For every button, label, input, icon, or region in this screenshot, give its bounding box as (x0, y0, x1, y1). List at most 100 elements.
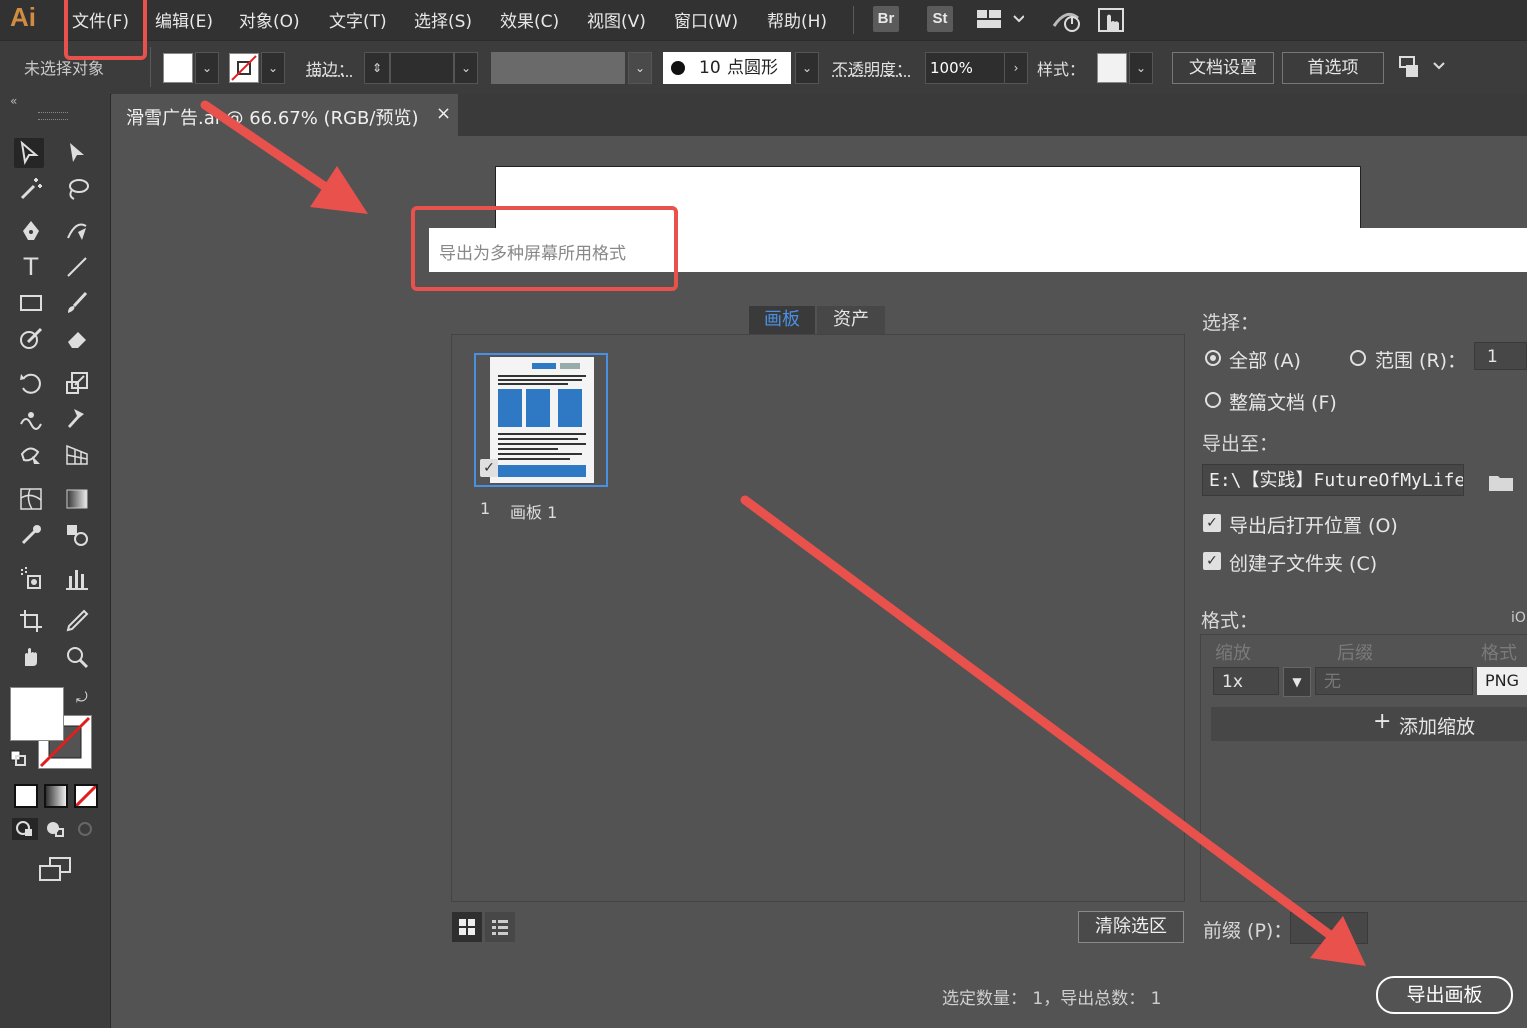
color-mode-icon[interactable] (14, 784, 38, 808)
direct-selection-tool-icon[interactable] (62, 138, 92, 168)
radio-range[interactable] (1350, 350, 1366, 366)
selection-tool-icon[interactable] (14, 138, 44, 168)
magic-wand-tool-icon[interactable] (16, 174, 46, 204)
style-swatch[interactable] (1097, 53, 1127, 83)
format-select[interactable]: PNG (1477, 667, 1527, 695)
column-graph-tool-icon[interactable] (62, 564, 92, 594)
radio-all-label[interactable]: 全部 (A) (1229, 346, 1301, 373)
brush-definition[interactable]: 10 点圆形 (663, 52, 791, 84)
eraser-tool-icon[interactable] (62, 324, 92, 354)
menu-help[interactable]: 帮助(H) (767, 7, 827, 32)
grid-view-icon[interactable] (452, 912, 482, 942)
list-view-icon[interactable] (485, 912, 515, 942)
type-tool-icon[interactable]: T (16, 252, 46, 282)
draw-inside-icon[interactable] (72, 818, 98, 840)
draw-normal-icon[interactable] (12, 818, 38, 840)
stroke-weight-dropdown[interactable]: ⌄ (454, 52, 478, 84)
gradient-tool-icon[interactable] (62, 484, 92, 514)
arrange-documents-icon[interactable] (1398, 53, 1446, 85)
stroke-dropdown[interactable]: ⌄ (261, 52, 285, 84)
export-artboard-button[interactable]: 导出画板 (1376, 976, 1513, 1014)
document-setup-button[interactable]: 文档设置 (1172, 52, 1274, 84)
bridge-button[interactable]: Br (873, 6, 899, 32)
document-tab[interactable]: 滑雪广告.ai @ 66.67% (RGB/预览) × (112, 94, 458, 136)
close-tab-icon[interactable]: × (436, 103, 451, 124)
menu-window[interactable]: 窗口(W) (674, 7, 738, 32)
radio-whole-document[interactable] (1205, 392, 1221, 408)
default-colors-icon[interactable] (10, 750, 26, 766)
artboard-tool-icon[interactable] (16, 606, 46, 636)
tab-artboards[interactable]: 画板 (749, 306, 815, 334)
zoom-tool-icon[interactable] (62, 642, 92, 672)
none-mode-icon[interactable] (74, 784, 98, 808)
fill-color-box[interactable] (10, 687, 64, 741)
suffix-input[interactable]: 无 (1315, 667, 1473, 695)
fill-dropdown[interactable]: ⌄ (195, 52, 219, 84)
screen-mode-icon[interactable] (38, 856, 74, 886)
clear-selection-button[interactable]: 清除选区 (1078, 911, 1184, 943)
mesh-tool-icon[interactable] (16, 484, 46, 514)
paintbrush-tool-icon[interactable] (62, 288, 92, 318)
stock-button[interactable]: St (927, 6, 953, 32)
menu-select[interactable]: 选择(S) (414, 7, 472, 32)
slice-tool-icon[interactable] (62, 606, 92, 636)
gpu-performance-icon[interactable] (1052, 6, 1084, 38)
stroke-label[interactable]: 描边： (306, 56, 354, 80)
workspace-layout-icon[interactable] (976, 8, 1024, 34)
opacity-label[interactable]: 不透明度： (832, 56, 912, 80)
scale-input[interactable]: 1x (1213, 667, 1279, 695)
variable-width-profile[interactable] (491, 52, 625, 84)
stroke-weight-stepper[interactable]: ⇕ (364, 52, 390, 84)
swap-colors-icon[interactable]: ⤾ (76, 690, 88, 706)
create-subfolder-checkbox[interactable]: ✓ (1203, 552, 1221, 570)
rotate-tool-icon[interactable] (16, 368, 46, 398)
eyedropper-tool-icon[interactable] (16, 520, 46, 550)
menu-view[interactable]: 视图(V) (587, 7, 646, 32)
radio-whole-document-label[interactable]: 整篇文档 (F) (1229, 388, 1337, 415)
tab-assets[interactable]: 资产 (817, 306, 885, 334)
scale-dropdown[interactable]: ▼ (1283, 667, 1311, 697)
open-after-export-checkbox[interactable]: ✓ (1203, 514, 1221, 532)
free-transform-tool-icon[interactable] (16, 440, 46, 470)
artboard-thumbnail[interactable]: ✓ (474, 353, 608, 487)
line-tool-icon[interactable] (62, 252, 92, 282)
opacity-field[interactable]: 100% (925, 52, 1007, 84)
curvature-tool-icon[interactable] (62, 216, 92, 246)
add-scale-button[interactable]: + 添加缩放 (1211, 707, 1527, 741)
shaper-tool-icon[interactable] (16, 324, 46, 354)
artboard-select-checkbox[interactable]: ✓ (480, 459, 498, 477)
style-dropdown[interactable]: ⌄ (1129, 52, 1153, 84)
draw-behind-icon[interactable] (42, 818, 68, 840)
warp-tool-icon[interactable] (16, 404, 46, 434)
profile-dropdown[interactable]: ⌄ (628, 52, 652, 84)
open-after-export-label[interactable]: 导出后打开位置 (O) (1229, 511, 1398, 538)
folder-icon[interactable] (1488, 472, 1514, 496)
rectangle-tool-icon[interactable] (16, 288, 46, 318)
symbol-sprayer-tool-icon[interactable] (16, 564, 46, 594)
collapse-panel-icon[interactable]: « (10, 94, 17, 108)
stroke-swatch[interactable] (229, 53, 259, 83)
blend-tool-icon[interactable] (62, 520, 92, 550)
fill-swatch[interactable] (163, 53, 193, 83)
stroke-weight-field[interactable] (390, 52, 454, 84)
export-path-field[interactable]: E:\【实践】FutureOfMyLife (1202, 464, 1464, 496)
panel-grip[interactable] (38, 112, 68, 120)
scale-tool-icon[interactable] (62, 368, 92, 398)
puppet-warp-tool-icon[interactable] (62, 404, 92, 434)
preferences-button[interactable]: 首选项 (1282, 52, 1384, 84)
radio-range-label[interactable]: 范围 (R)： (1375, 346, 1466, 373)
hand-tool-icon[interactable] (16, 642, 46, 672)
opacity-arrow[interactable]: › (1004, 52, 1028, 84)
lasso-tool-icon[interactable] (62, 174, 92, 204)
prefix-input[interactable] (1290, 912, 1368, 944)
menu-type[interactable]: 文字(T) (329, 7, 387, 32)
gradient-mode-icon[interactable] (44, 784, 68, 808)
brush-dropdown[interactable]: ⌄ (795, 52, 819, 84)
range-input[interactable]: 1 (1474, 342, 1527, 370)
ios-preset-label[interactable]: iO (1511, 610, 1526, 626)
menu-object[interactable]: 对象(O) (239, 7, 300, 32)
create-subfolder-label[interactable]: 创建子文件夹 (C) (1229, 549, 1377, 576)
menu-edit[interactable]: 编辑(E) (155, 7, 213, 32)
touch-workspace-icon[interactable] (1097, 6, 1127, 38)
perspective-grid-tool-icon[interactable] (62, 440, 92, 470)
